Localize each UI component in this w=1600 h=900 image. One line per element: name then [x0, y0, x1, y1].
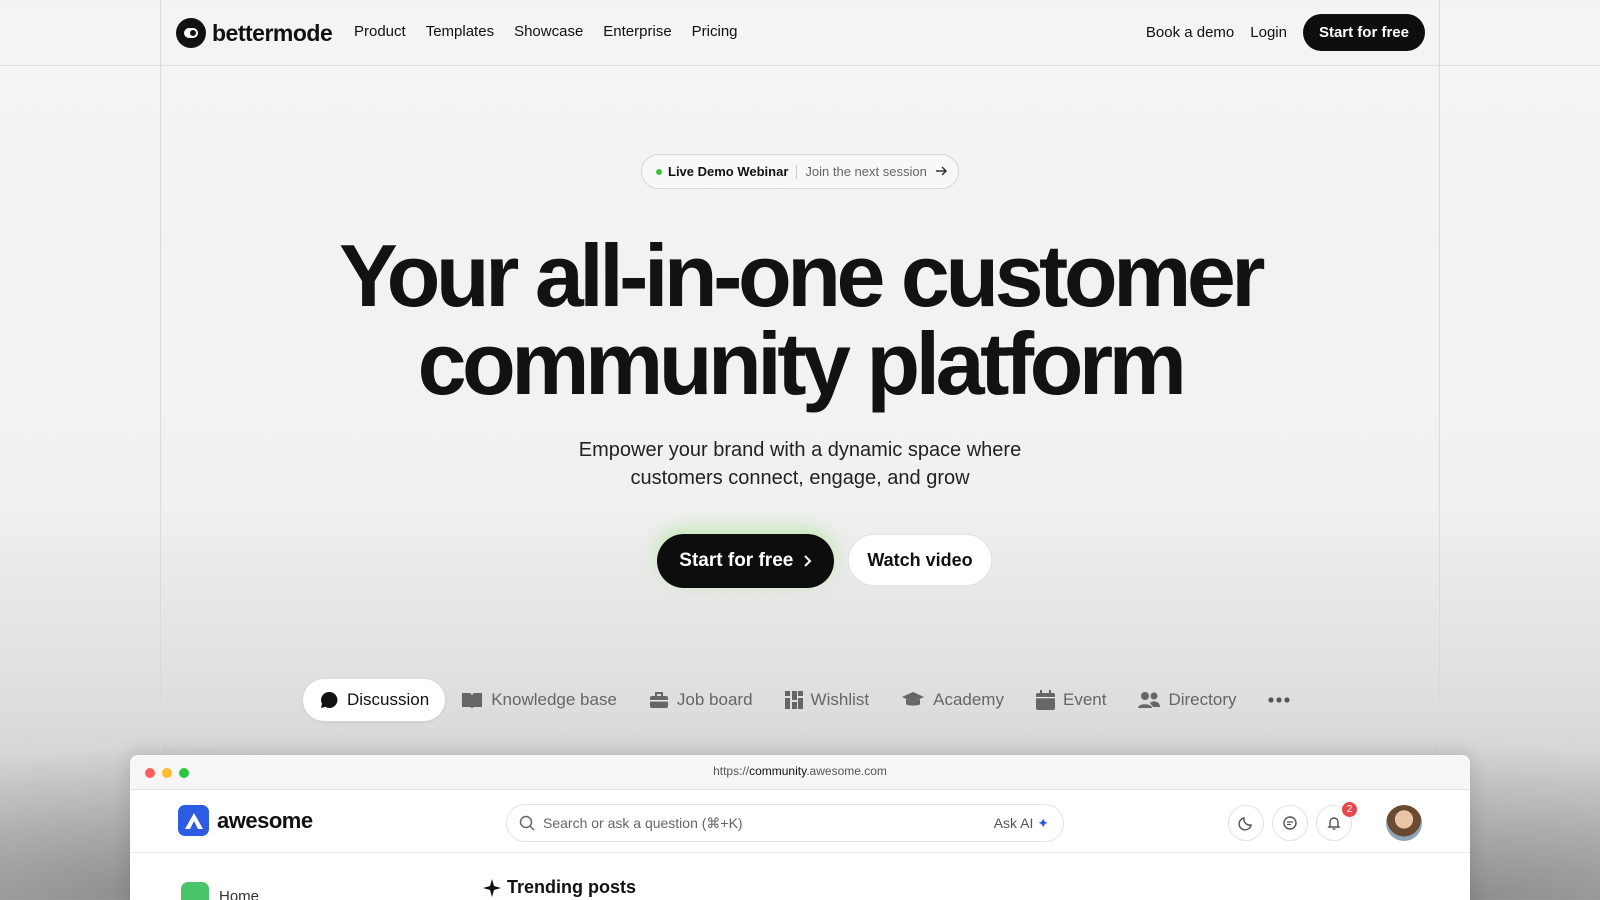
- nav-pricing[interactable]: Pricing: [692, 23, 738, 40]
- bell-icon: [1327, 817, 1341, 830]
- moon-icon: [1238, 817, 1252, 831]
- trending-posts-heading: Trending posts: [483, 877, 636, 898]
- bettermode-logo-icon: [176, 18, 206, 48]
- browser-mockup: https://community.awesome.com awesome Se…: [130, 755, 1470, 900]
- start-free-hero-button[interactable]: Start for free: [657, 534, 835, 588]
- chat-bubble-icon: [321, 691, 338, 708]
- notifications-button[interactable]: 2: [1316, 802, 1357, 841]
- nav-showcase[interactable]: Showcase: [514, 23, 583, 40]
- address-bar: https://community.awesome.com: [130, 764, 1470, 778]
- grid-icon: [784, 691, 803, 709]
- browser-titlebar: https://community.awesome.com: [130, 755, 1470, 790]
- sidebar-item-home[interactable]: Home: [181, 882, 259, 900]
- book-demo-link[interactable]: Book a demo: [1146, 24, 1234, 41]
- dark-mode-toggle[interactable]: [1228, 805, 1264, 841]
- logo-text: bettermode: [212, 19, 333, 46]
- awesome-logo[interactable]: awesome: [178, 805, 313, 836]
- community-app-header: awesome Search or ask a question (⌘+K) A…: [130, 790, 1470, 853]
- url-suffix: .awesome.com: [806, 764, 887, 778]
- briefcase-icon: [649, 692, 668, 708]
- url-prefix: https://: [713, 764, 750, 778]
- ask-ai-button[interactable]: Ask AI ✦: [994, 815, 1049, 832]
- header-divider: [0, 65, 1600, 66]
- tab-discussion[interactable]: Discussion: [303, 679, 446, 721]
- app-name: awesome: [217, 807, 313, 833]
- hero-title: Your all-in-one customer community platf…: [0, 232, 1600, 408]
- product-tabs: Discussion Knowledge base Job board Wish…: [303, 679, 1306, 721]
- section-title: Trending posts: [507, 877, 637, 897]
- tab-wishlist[interactable]: Wishlist: [769, 679, 886, 721]
- more-dots-icon: [1268, 697, 1291, 703]
- watch-video-button[interactable]: Watch video: [848, 534, 992, 586]
- message-icon: [1283, 816, 1297, 830]
- graduation-cap-icon: [902, 692, 925, 706]
- home-icon: [181, 882, 209, 900]
- login-link[interactable]: Login: [1250, 24, 1287, 41]
- tab-label: Directory: [1168, 690, 1237, 709]
- search-input[interactable]: Search or ask a question (⌘+K) Ask AI ✦: [506, 804, 1064, 842]
- user-avatar[interactable]: [1386, 805, 1422, 841]
- main-menu: Product Templates Showcase Enterprise Pr…: [354, 23, 738, 40]
- webinar-pill[interactable]: Live Demo Webinar Join the next session: [641, 154, 959, 189]
- search-placeholder: Search or ask a question (⌘+K): [543, 814, 743, 831]
- search-icon: [519, 815, 535, 831]
- start-free-nav-button[interactable]: Start for free: [1302, 14, 1425, 51]
- live-dot-icon: [656, 168, 662, 175]
- tab-label: Job board: [676, 690, 753, 709]
- book-icon: [462, 693, 483, 708]
- ask-ai-label: Ask AI: [993, 815, 1034, 831]
- tab-event[interactable]: Event: [1020, 679, 1122, 721]
- nav-enterprise[interactable]: Enterprise: [603, 23, 671, 40]
- sidebar-item-label: Home: [219, 887, 260, 900]
- notification-badge: 2: [1342, 802, 1357, 817]
- chevron-right-icon: [804, 555, 812, 567]
- top-navigation: bettermode Product Templates Showcase En…: [0, 0, 1600, 65]
- messages-button[interactable]: [1272, 805, 1308, 841]
- more-tabs-button[interactable]: [1252, 679, 1306, 721]
- sparkle-icon: [483, 878, 501, 897]
- tab-label: Knowledge base: [491, 690, 617, 709]
- hero-subtitle: Empower your brand with a dynamic space …: [0, 436, 1600, 492]
- nav-templates[interactable]: Templates: [426, 23, 494, 40]
- start-free-label: Start for free: [679, 550, 794, 571]
- webinar-cta: Join the next session: [805, 164, 927, 179]
- url-host: community: [749, 764, 807, 778]
- pill-separator: [796, 164, 798, 179]
- people-icon: [1138, 692, 1161, 708]
- nav-actions: Book a demo Login Start for free: [1146, 14, 1425, 51]
- tab-label: Discussion: [347, 690, 430, 709]
- calendar-icon: [1035, 690, 1055, 710]
- tab-label: Academy: [933, 690, 1004, 709]
- hero-subtitle-line-2: customers connect, engage, and grow: [630, 467, 970, 489]
- hero-subtitle-line-1: Empower your brand with a dynamic space …: [578, 439, 1022, 461]
- bettermode-logo[interactable]: bettermode: [176, 18, 333, 48]
- sparkle-icon: ✦: [1037, 815, 1049, 831]
- nav-product[interactable]: Product: [354, 23, 406, 40]
- tab-label: Wishlist: [810, 690, 870, 709]
- awesome-logo-icon: [178, 805, 209, 836]
- tab-academy[interactable]: Academy: [885, 679, 1020, 721]
- hero-title-line-1: Your all-in-one customer: [338, 226, 1266, 325]
- tab-label: Event: [1062, 690, 1107, 709]
- hero-cta-row: Start for free Watch video: [0, 534, 1600, 588]
- tab-directory[interactable]: Directory: [1122, 679, 1252, 721]
- hero-title-line-2: community platform: [417, 314, 1187, 413]
- arrow-right-icon: [935, 164, 948, 180]
- tab-job-board[interactable]: Job board: [633, 679, 769, 721]
- webinar-label: Live Demo Webinar: [668, 164, 789, 179]
- tab-knowledge-base[interactable]: Knowledge base: [445, 679, 633, 721]
